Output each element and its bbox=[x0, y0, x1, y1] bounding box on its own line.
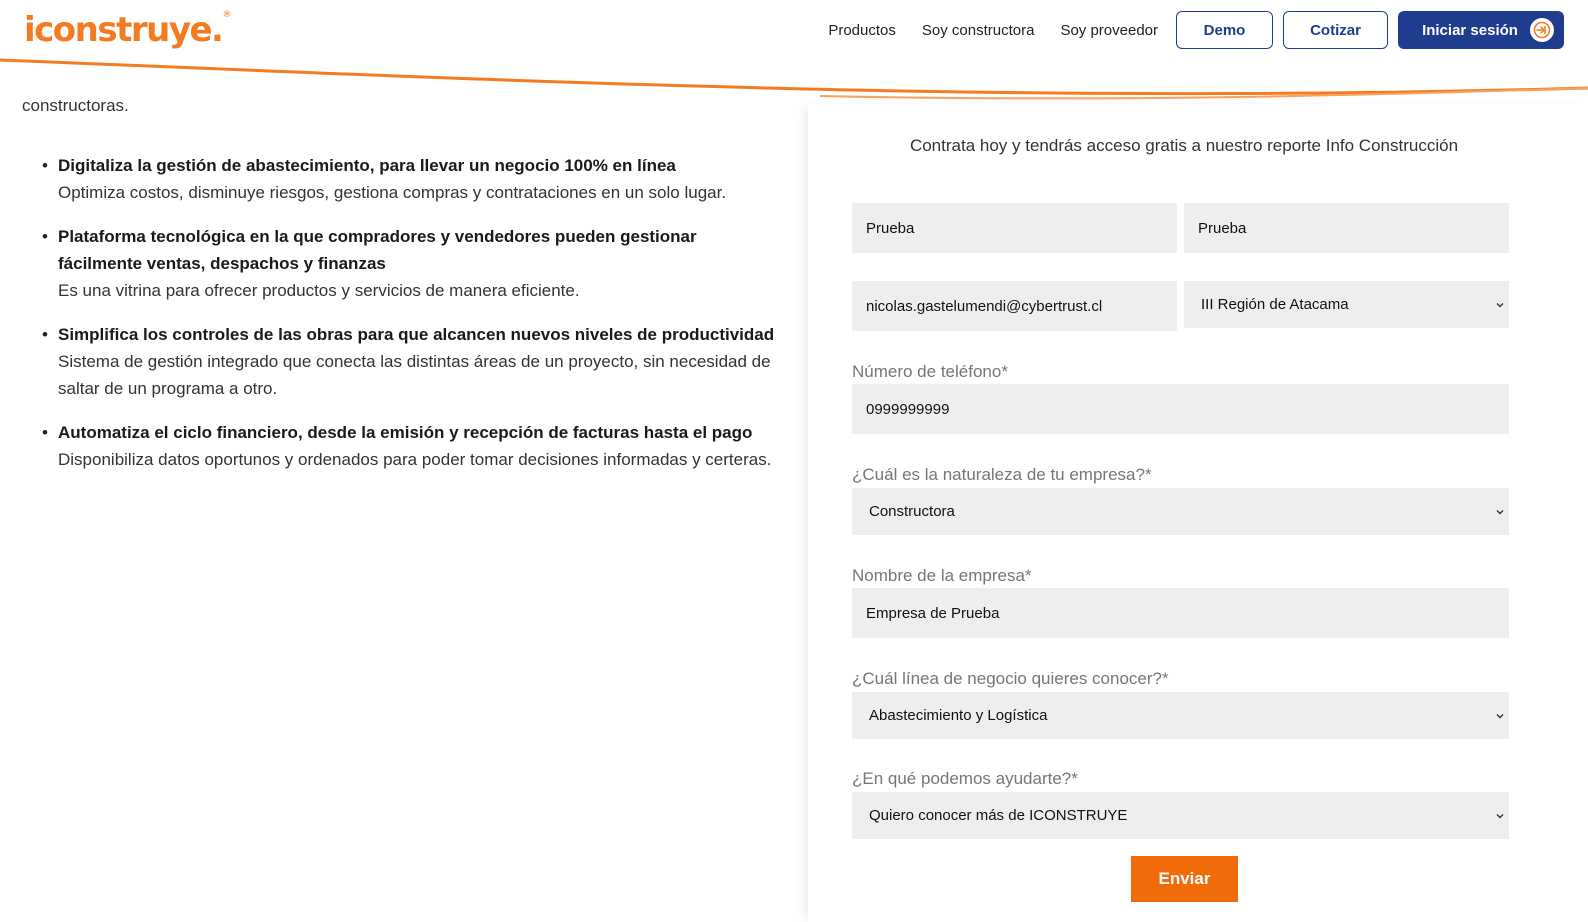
company-nature-select[interactable]: Constructora bbox=[852, 488, 1509, 535]
login-arrow-icon bbox=[1530, 18, 1554, 42]
feature-description: Es una vitrina para ofrecer productos y … bbox=[58, 281, 580, 300]
demo-button[interactable]: Demo bbox=[1176, 11, 1273, 49]
company-nature-value: Constructora bbox=[869, 503, 955, 520]
submit-button[interactable]: Enviar bbox=[1131, 856, 1238, 902]
bullet-icon: • bbox=[42, 325, 48, 344]
region-select[interactable]: III Región de Atacama bbox=[1184, 281, 1509, 328]
feature-item: • Simplifica los controles de las obras … bbox=[40, 321, 785, 402]
feature-description: Sistema de gestión integrado que conecta… bbox=[58, 352, 771, 398]
bullet-icon: • bbox=[42, 156, 48, 175]
first-name-field[interactable]: Prueba bbox=[852, 203, 1177, 253]
business-line-select[interactable]: Abastecimiento y Logística bbox=[852, 692, 1509, 739]
feature-list: • Digitaliza la gestión de abastecimient… bbox=[40, 152, 785, 490]
phone-label: Número de teléfono* bbox=[852, 362, 1008, 381]
contact-form-panel: Contrata hoy y tendrás acceso gratis a n… bbox=[808, 104, 1588, 922]
benefits-column: constructoras. • Digitaliza la gestión d… bbox=[0, 90, 808, 922]
feature-title: Automatiza el ciclo financiero, desde la… bbox=[58, 423, 753, 442]
business-line-value: Abastecimiento y Logística bbox=[869, 707, 1048, 724]
chevron-down-icon bbox=[1496, 713, 1504, 718]
help-select[interactable]: Quiero conocer más de ICONSTRUYE bbox=[852, 792, 1509, 839]
email-field[interactable]: nicolas.gastelumendi@cybertrust.cl bbox=[852, 281, 1177, 331]
nav-link-soy-proveedor[interactable]: Soy proveedor bbox=[1060, 22, 1158, 39]
bullet-icon: • bbox=[42, 227, 48, 246]
phone-field[interactable]: 0999999999 bbox=[852, 384, 1509, 434]
login-button-label: Iniciar sesión bbox=[1422, 21, 1518, 39]
feature-title: Digitaliza la gestión de abastecimiento,… bbox=[58, 156, 676, 175]
chevron-down-icon bbox=[1496, 509, 1504, 514]
logo-text: iconstruye. bbox=[24, 10, 224, 50]
cotizar-button[interactable]: Cotizar bbox=[1283, 11, 1388, 49]
nav-link-soy-constructora[interactable]: Soy constructora bbox=[922, 22, 1035, 39]
business-line-label: ¿Cuál línea de negocio quieres conocer?* bbox=[852, 669, 1169, 688]
help-select-value: Quiero conocer más de ICONSTRUYE bbox=[869, 807, 1128, 824]
form-promo-text: Contrata hoy y tendrás acceso gratis a n… bbox=[909, 136, 1459, 155]
registered-mark: ® bbox=[222, 10, 232, 20]
feature-item: • Automatiza el ciclo financiero, desde … bbox=[40, 419, 785, 473]
site-header: iconstruye. ® Productos Soy constructora… bbox=[0, 0, 1588, 112]
main-nav: Productos Soy constructora Soy proveedor… bbox=[828, 11, 1564, 49]
company-nature-label: ¿Cuál es la naturaleza de tu empresa?* bbox=[852, 465, 1152, 484]
feature-description: Optimiza costos, disminuye riesgos, gest… bbox=[58, 183, 727, 202]
region-select-value: III Región de Atacama bbox=[1201, 296, 1349, 313]
company-name-field[interactable]: Empresa de Prueba bbox=[852, 588, 1509, 638]
login-button[interactable]: Iniciar sesión bbox=[1398, 11, 1564, 49]
iconstruye-logo[interactable]: iconstruye. ® bbox=[24, 8, 231, 52]
feature-title: Plataforma tecnológica en la que comprad… bbox=[58, 227, 697, 273]
feature-title: Simplifica los controles de las obras pa… bbox=[58, 325, 775, 344]
feature-item: • Plataforma tecnológica en la que compr… bbox=[40, 223, 785, 304]
feature-item: • Digitaliza la gestión de abastecimient… bbox=[40, 152, 785, 206]
feature-description: Disponibiliza datos oportunos y ordenado… bbox=[58, 450, 772, 469]
chevron-down-icon bbox=[1496, 302, 1504, 307]
bullet-icon: • bbox=[42, 423, 48, 442]
company-name-label: Nombre de la empresa* bbox=[852, 566, 1032, 585]
help-label: ¿En qué podemos ayudarte?* bbox=[852, 769, 1078, 788]
last-name-field[interactable]: Prueba bbox=[1184, 203, 1509, 253]
nav-link-productos[interactable]: Productos bbox=[828, 22, 896, 39]
chevron-down-icon bbox=[1496, 813, 1504, 818]
